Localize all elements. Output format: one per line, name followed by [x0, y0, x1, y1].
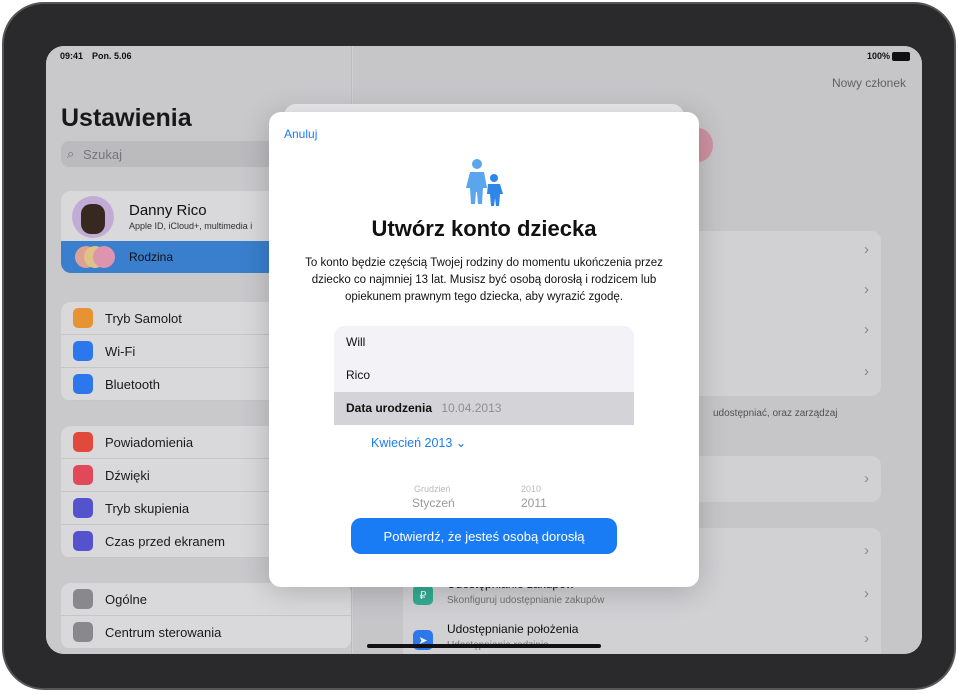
- birthdate-label: Data urodzenia: [346, 401, 433, 415]
- create-child-account-sheet: Anuluj Utwórz konto dziecka To konto będ…: [269, 112, 699, 587]
- month-year-picker[interactable]: Kwiecień 2013 ⌄: [371, 435, 466, 450]
- sheet-description: To konto będzie częścią Twojej rodziny d…: [305, 257, 663, 303]
- last-name-field[interactable]: Rico: [334, 359, 634, 392]
- confirm-adult-button[interactable]: Potwierdź, że jesteś osobą dorosłą: [351, 518, 617, 554]
- child-form: Will Rico Data urodzenia 10.04.2013: [334, 326, 634, 425]
- screen: 09:41 Pon. 5.06 Ustawienia ⌕ Szukaj Danny…: [46, 46, 922, 654]
- home-indicator[interactable]: [367, 644, 601, 648]
- wheel-month[interactable]: Grudzień: [414, 484, 451, 494]
- month-year-label: Kwiecień 2013: [371, 436, 453, 450]
- first-name-field[interactable]: Will: [334, 326, 634, 359]
- wheel-year[interactable]: 2011: [521, 496, 547, 510]
- ipad-frame: 09:41 Pon. 5.06 Ustawienia ⌕ Szukaj Danny…: [2, 2, 956, 690]
- cancel-button[interactable]: Anuluj: [284, 127, 317, 141]
- sheet-title: Utwórz konto dziecka: [371, 216, 597, 241]
- birthdate-field[interactable]: Data urodzenia 10.04.2013: [334, 392, 634, 425]
- chevron-down-icon: ⌄: [455, 436, 467, 450]
- wheel-month[interactable]: Styczeń: [412, 496, 455, 510]
- birthdate-value: 10.04.2013: [441, 401, 502, 415]
- wheel-year[interactable]: 2010: [521, 484, 541, 494]
- family-people-icon: [466, 159, 503, 206]
